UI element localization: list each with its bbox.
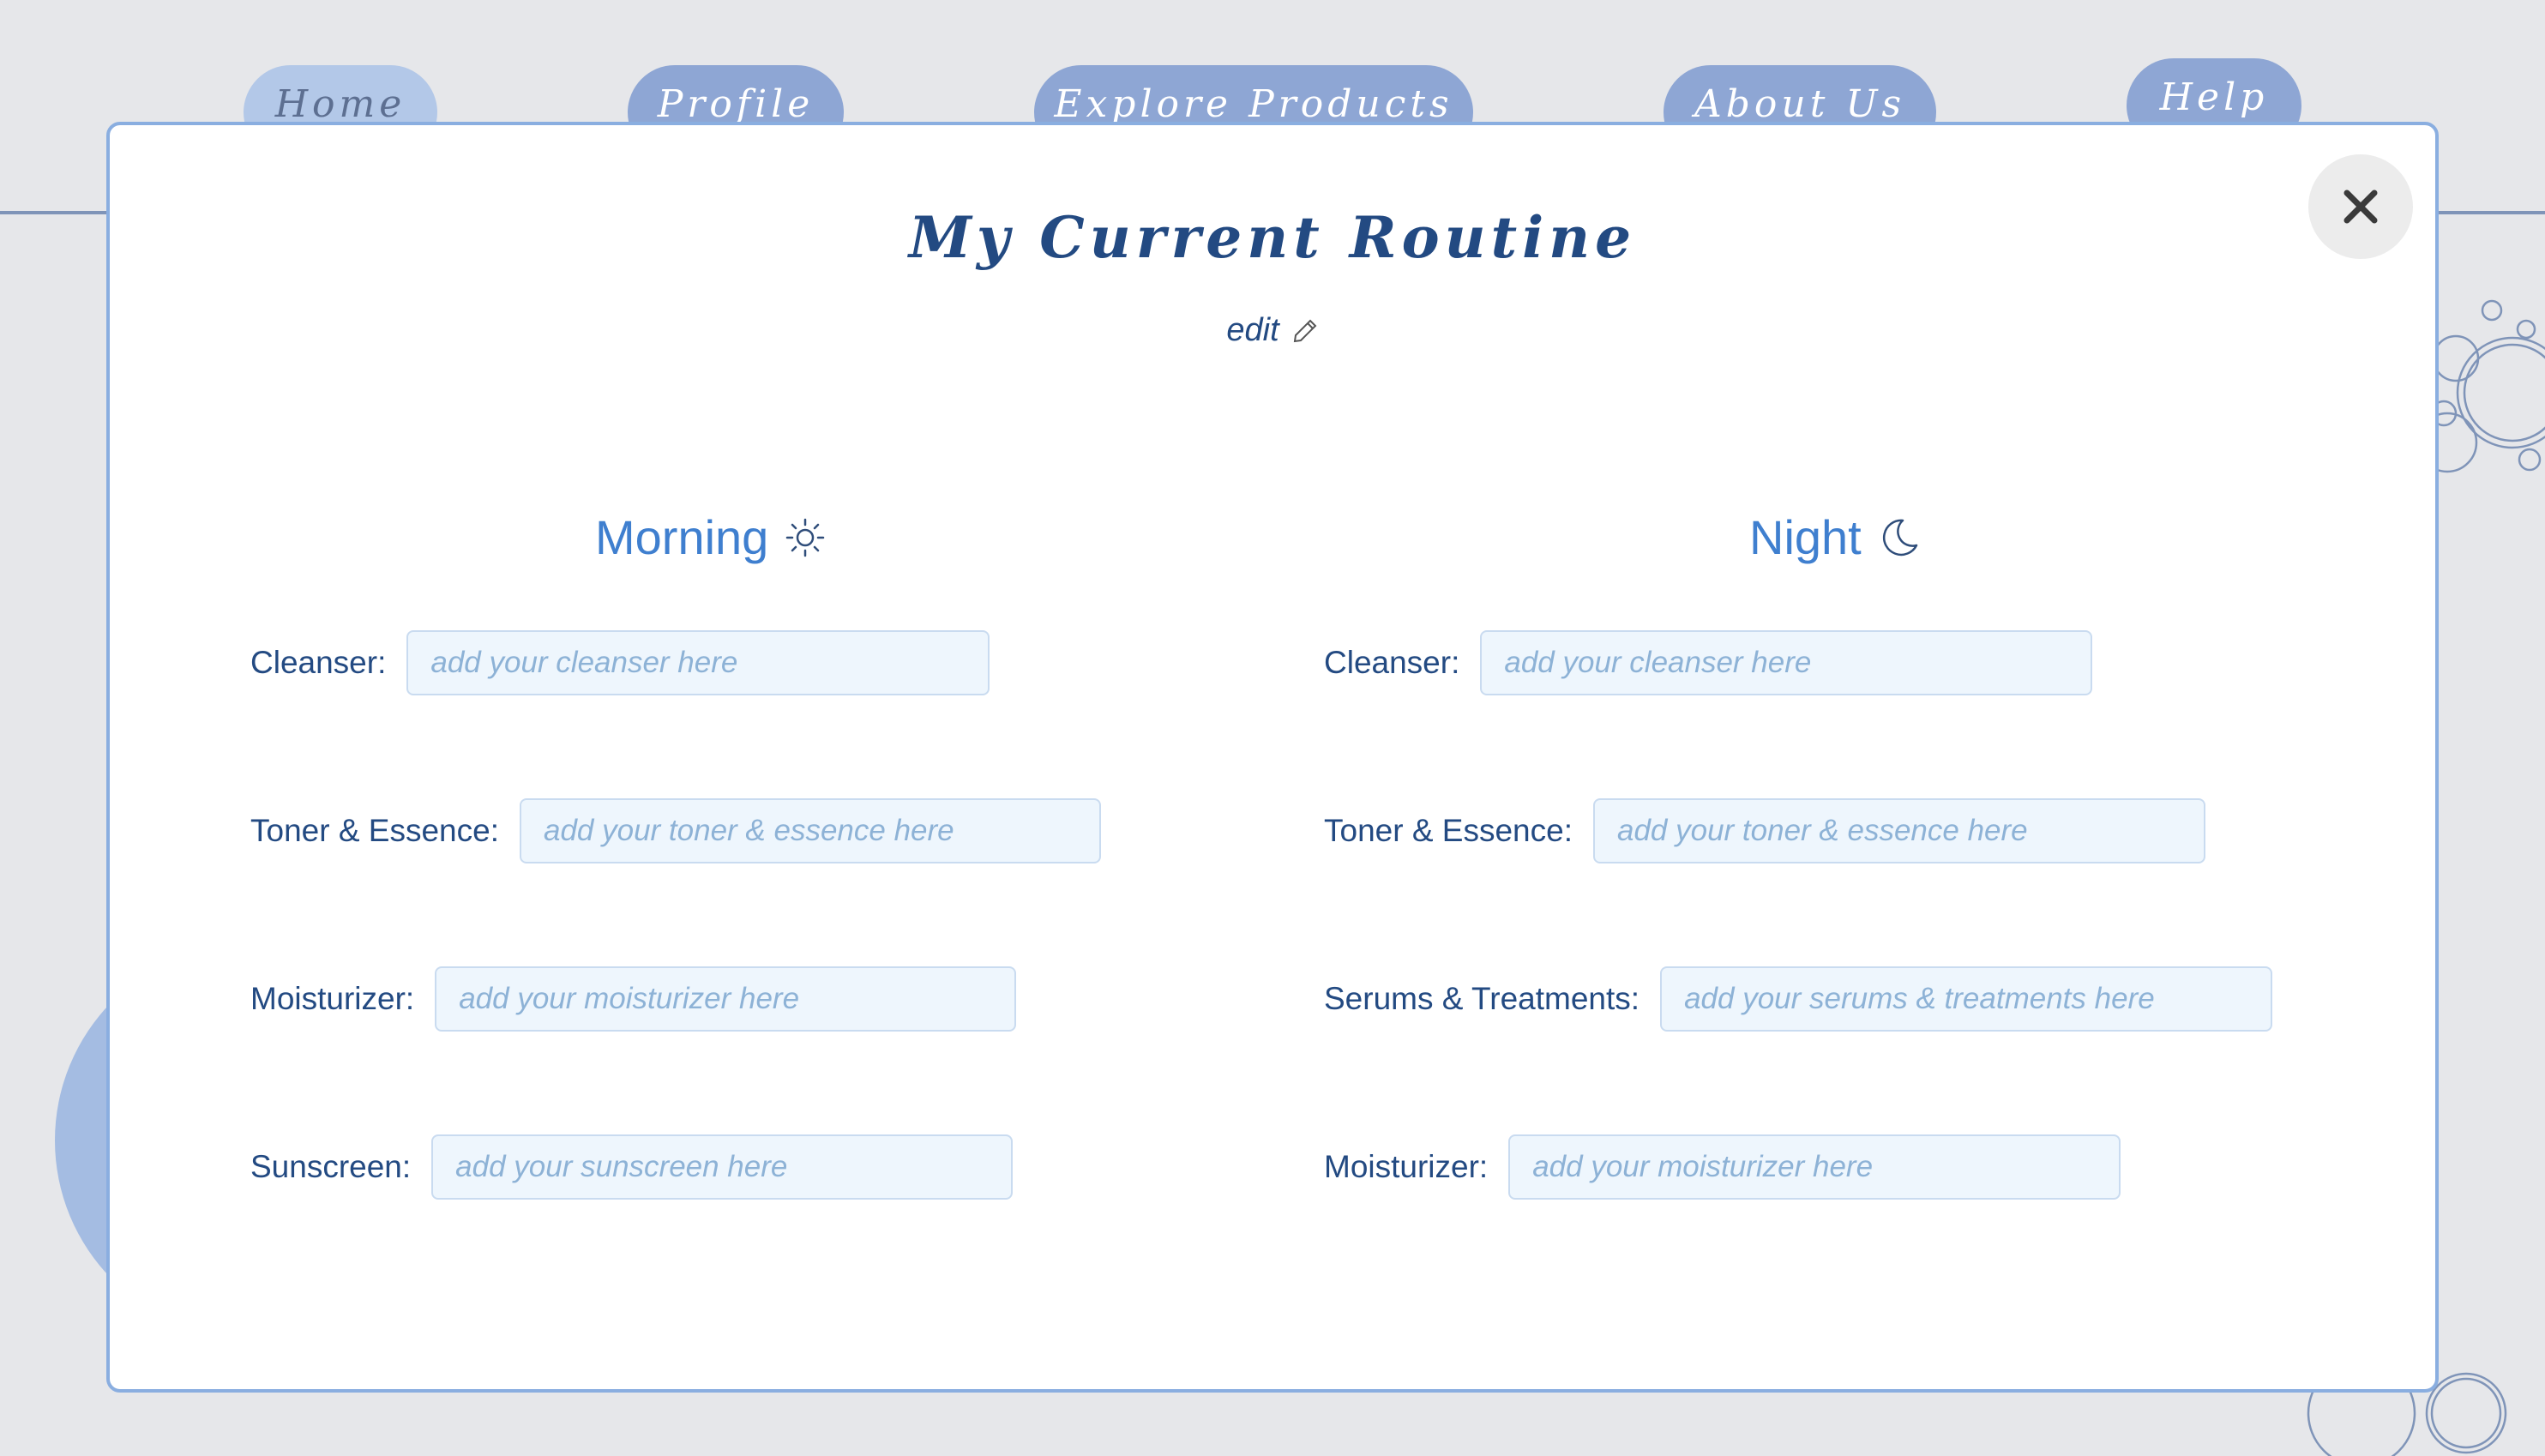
- morning-toner-input[interactable]: [519, 798, 1101, 863]
- night-cleanser-label: Cleanser:: [1324, 645, 1460, 680]
- morning-sunscreen-row: Sunscreen:: [250, 1134, 1014, 1200]
- night-heading: Night: [1749, 509, 1920, 565]
- sun-icon: [786, 518, 825, 557]
- night-moisturizer-label: Moisturizer:: [1324, 1149, 1489, 1184]
- morning-moisturizer-row: Moisturizer:: [250, 966, 1017, 1032]
- edit-label: edit: [1226, 312, 1279, 348]
- morning-heading: Morning: [595, 509, 827, 565]
- morning-toner-row: Toner & Essence:: [250, 797, 1101, 864]
- morning-heading-label: Morning: [595, 510, 769, 564]
- night-serums-row: Serums & Treatments:: [1324, 966, 2273, 1032]
- night-toner-input[interactable]: [1592, 798, 2205, 863]
- morning-cleanser-input[interactable]: [406, 630, 990, 695]
- night-serums-label: Serums & Treatments:: [1324, 981, 1640, 1016]
- morning-moisturizer-label: Moisturizer:: [250, 981, 415, 1016]
- night-cleanser-row: Cleanser:: [1324, 629, 2093, 696]
- morning-moisturizer-input[interactable]: [435, 966, 1017, 1032]
- morning-cleanser-row: Cleanser:: [250, 629, 990, 696]
- modal-title: My Current Routine: [908, 204, 1637, 271]
- morning-cleanser-label: Cleanser:: [250, 645, 387, 680]
- night-heading-label: Night: [1749, 510, 1862, 564]
- morning-sunscreen-input[interactable]: [431, 1134, 1014, 1200]
- night-serums-input[interactable]: [1660, 966, 2273, 1032]
- night-cleanser-input[interactable]: [1480, 630, 2093, 695]
- morning-toner-label: Toner & Essence:: [250, 813, 499, 848]
- edit-button[interactable]: edit: [110, 312, 2435, 349]
- night-moisturizer-input[interactable]: [1508, 1134, 2121, 1200]
- morning-sunscreen-label: Sunscreen:: [250, 1149, 412, 1184]
- pencil-icon: [1293, 319, 1317, 342]
- routine-modal: My Current Routine edit Morning Cleanser…: [106, 122, 2439, 1393]
- night-toner-label: Toner & Essence:: [1324, 813, 1573, 848]
- moon-icon: [1882, 519, 1917, 556]
- night-toner-row: Toner & Essence:: [1324, 797, 2205, 864]
- night-moisturizer-row: Moisturizer:: [1324, 1134, 2121, 1200]
